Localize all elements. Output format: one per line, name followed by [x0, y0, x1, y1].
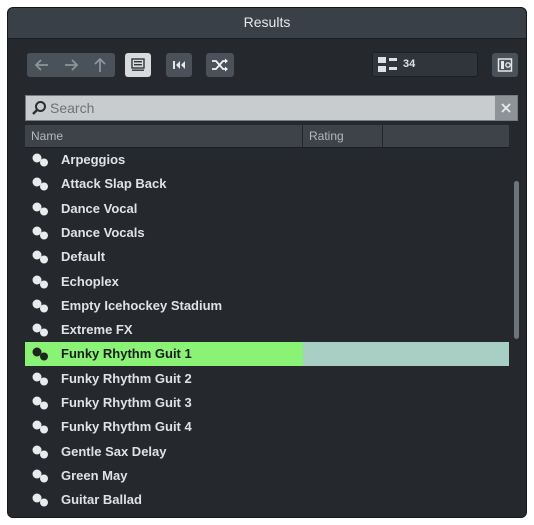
shuffle-icon	[212, 58, 228, 72]
preset-icon	[32, 202, 48, 216]
column-header-rating[interactable]: Rating	[303, 125, 383, 147]
close-icon	[501, 103, 511, 113]
list-item-name: Funky Rhythm Guit 4	[61, 419, 192, 435]
shuffle-button[interactable]	[206, 53, 234, 77]
list-item[interactable]: Default	[25, 245, 509, 269]
list-item-name: Extreme FX	[61, 322, 133, 338]
panel-options-icon	[497, 58, 513, 72]
list-item-name: Dance Vocal	[61, 200, 138, 216]
scrollbar-thumb[interactable]	[514, 181, 519, 339]
list-item[interactable]: Arpeggios	[25, 148, 509, 172]
list-item[interactable]: Funky Rhythm Guit 1	[25, 342, 509, 367]
window-title: Results	[243, 14, 291, 30]
list-item-name: Empty Icehockey Stadium	[61, 297, 223, 313]
scrollbar[interactable]	[512, 148, 520, 510]
selection-highlight-rest	[303, 342, 509, 367]
preset-icon	[32, 299, 48, 313]
list-item[interactable]: Funky Rhythm Guit 3	[25, 391, 509, 415]
result-counter: 34	[372, 52, 478, 77]
forward-button[interactable]	[56, 53, 85, 77]
preset-icon	[32, 153, 48, 167]
preset-icon	[32, 177, 48, 191]
column-header-name[interactable]: Name	[25, 125, 303, 147]
preset-icon	[32, 226, 48, 240]
column-header-empty	[383, 125, 509, 147]
up-button[interactable]	[85, 53, 114, 77]
result-count-icon	[378, 57, 397, 72]
title-bar: Results	[8, 8, 526, 39]
navigation-buttons	[27, 53, 115, 77]
results-list: Arpeggios Attack Slap Back Dance Vocal Danc…	[25, 148, 509, 510]
list-item-name: Guitar Ballad	[61, 492, 142, 508]
view-toggle-button[interactable]	[125, 53, 151, 77]
list-item[interactable]: Funky Rhythm Guit 4	[25, 415, 509, 439]
preset-icon	[32, 469, 48, 483]
list-item-name: Green May	[61, 467, 128, 483]
list-item-name: Funky Rhythm Guit 3	[61, 395, 192, 410]
back-button[interactable]	[27, 53, 56, 77]
preset-icon	[32, 445, 48, 459]
search-input[interactable]	[50, 98, 480, 118]
list-item-name: Dance Vocals	[61, 224, 145, 240]
list-item-name: Default	[61, 249, 106, 265]
list-item[interactable]: Funky Rhythm Guit 2	[25, 367, 509, 391]
preset-icon	[32, 396, 48, 410]
list-item[interactable]: Echoplex	[25, 270, 509, 294]
list-item[interactable]: Guitar Ballad	[25, 488, 509, 512]
list-item-name: Arpeggios	[61, 152, 126, 167]
list-item-name: Funky Rhythm Guit 2	[61, 370, 192, 386]
list-item[interactable]: Dance Vocal	[25, 197, 509, 221]
clear-search-button[interactable]	[495, 96, 517, 120]
list-item[interactable]: Attack Slap Back	[25, 172, 509, 196]
list-item-name: Gentle Sax Delay	[61, 443, 167, 459]
previous-button[interactable]	[166, 53, 192, 77]
preset-icon	[32, 323, 48, 337]
preset-icon	[32, 372, 48, 386]
list-item[interactable]: Empty Icehockey Stadium	[25, 294, 509, 318]
table-header: Name Rating	[25, 125, 509, 148]
search-bar	[25, 95, 518, 121]
panel-options-button[interactable]	[492, 53, 518, 77]
list-view-icon	[131, 58, 145, 71]
result-count: 34	[403, 58, 416, 70]
preset-icon	[32, 493, 48, 507]
arrow-right-icon	[64, 59, 78, 71]
preset-icon	[32, 275, 48, 288]
preset-icon	[32, 347, 48, 361]
list-item[interactable]: Extreme FX	[25, 318, 509, 342]
list-item[interactable]: Dance Vocals	[25, 221, 509, 245]
list-item-name: Attack Slap Back	[61, 176, 167, 192]
results-window: Results 34 Search Name Rating Arpeggios …	[7, 7, 527, 518]
list-item[interactable]: Green May	[25, 464, 509, 488]
toolbar: 34	[8, 39, 526, 95]
list-item-name: Funky Rhythm Guit 1	[61, 346, 192, 362]
preset-icon	[32, 250, 48, 264]
rewind-icon	[173, 61, 185, 69]
search-icon	[32, 101, 46, 115]
list-item-name: Echoplex	[61, 273, 119, 289]
list-item[interactable]: Gentle Sax Delay	[25, 440, 509, 464]
preset-icon	[32, 420, 48, 434]
arrow-up-icon	[93, 57, 106, 72]
arrow-left-icon	[34, 59, 48, 71]
